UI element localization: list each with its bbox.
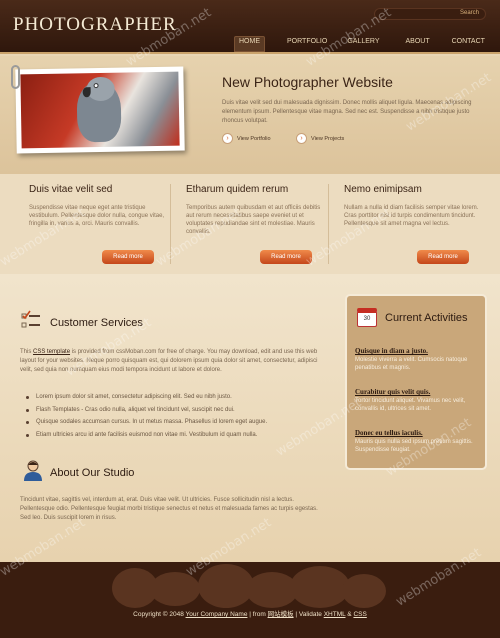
customer-services-title: Customer Services bbox=[50, 317, 143, 329]
hero-text: Duis vitae velit sed dui malesuada digni… bbox=[222, 100, 472, 124]
about-studio-text: Tincidunt vitae, sagittis vel, interdum … bbox=[20, 497, 318, 521]
feature-columns: Duis vitae velit sed Suspendisse vitae n… bbox=[0, 174, 500, 274]
nav-home[interactable]: HOME bbox=[234, 36, 265, 52]
paperclip-icon bbox=[11, 65, 20, 89]
divider bbox=[328, 184, 329, 264]
site-logo[interactable]: PHOTOGRAPHER bbox=[13, 14, 177, 36]
column-text: Temporibus autem quibusdam et aut offici… bbox=[186, 205, 321, 235]
list-item: Flash Templates - Cras odio nulla, aliqu… bbox=[26, 404, 326, 417]
column-title: Duis vitae velit sed bbox=[29, 184, 113, 195]
checklist-icon bbox=[21, 310, 40, 328]
column-title: Etharum quidem rerum bbox=[186, 184, 289, 195]
person-icon bbox=[24, 460, 42, 481]
arrow-right-icon: › bbox=[296, 133, 307, 144]
nav-portfolio[interactable]: PORTFOLIO bbox=[287, 38, 327, 52]
list-item: Quisque sodales accumsan cursus. In ut m… bbox=[26, 416, 326, 429]
footer-cloud-shape bbox=[150, 572, 200, 606]
sidebar-title: Current Activities bbox=[385, 312, 468, 324]
about-studio-title: About Our Studio bbox=[50, 467, 135, 479]
text-fragment: Copyright © 2048 bbox=[133, 611, 186, 618]
search-input[interactable]: Search bbox=[374, 8, 486, 20]
activity-text: Molestie viverra a velit. Cumsocis natoq… bbox=[355, 357, 468, 371]
view-portfolio-label: View Portfolio bbox=[237, 135, 271, 142]
company-link[interactable]: Your Company Name bbox=[186, 611, 248, 618]
view-portfolio-button[interactable]: › View Portfolio bbox=[222, 133, 271, 144]
activity-link[interactable]: Curabitur quis velit quis. bbox=[355, 388, 481, 396]
css-template-link[interactable]: CSS template bbox=[33, 349, 70, 355]
nav-gallery[interactable]: GALLERY bbox=[347, 38, 379, 52]
hero-title: New Photographer Website bbox=[222, 74, 393, 90]
activity-item: Curabitur quis velit quis. Tortor tincid… bbox=[355, 388, 481, 413]
main-content: Customer Services This CSS template is p… bbox=[0, 274, 500, 562]
activity-item: Quisque in diam a justo. Molestie viverr… bbox=[355, 347, 481, 372]
activity-text: Mauris quis nulla sed ipsum pretium sagi… bbox=[355, 439, 473, 453]
read-more-button[interactable]: Read more bbox=[260, 250, 312, 264]
xhtml-link[interactable]: XHTML bbox=[324, 611, 346, 618]
activity-text: Tortor tincidunt aliquet. Vivamus nec ve… bbox=[355, 398, 466, 412]
nav-about[interactable]: ABOUT bbox=[406, 38, 430, 52]
hero-section: New Photographer Website Duis vitae veli… bbox=[0, 56, 500, 174]
footer-copyright: Copyright © 2048 Your Company Name | fro… bbox=[0, 608, 500, 618]
column-title: Nemo enimipsam bbox=[344, 184, 422, 195]
footer-cloud-shape bbox=[342, 574, 386, 608]
view-projects-button[interactable]: › View Projects bbox=[296, 133, 344, 144]
read-more-button[interactable]: Read more bbox=[102, 250, 154, 264]
text-fragment: | from bbox=[247, 611, 268, 618]
footer: Copyright © 2048 Your Company Name | fro… bbox=[0, 562, 500, 638]
activity-item: Donec eu tellus iaculis. Mauris quis nul… bbox=[355, 429, 481, 454]
column-text: Nullam a nulla id diam facilisis semper … bbox=[344, 205, 479, 227]
header: PHOTOGRAPHER Search HOME PORTFOLIO GALLE… bbox=[0, 0, 500, 54]
view-projects-label: View Projects bbox=[311, 135, 345, 142]
text-fragment: | Validate bbox=[293, 611, 324, 618]
parrot-photo bbox=[20, 71, 180, 149]
arrow-right-icon: › bbox=[222, 133, 233, 144]
parrot-eye bbox=[93, 83, 99, 89]
list-item: Etiam ultricies arcu id ante facilisis e… bbox=[26, 429, 326, 442]
current-activities-panel: 30 Current Activities Quisque in diam a … bbox=[345, 294, 487, 470]
services-list: Lorem ipsum dolor sit amet, consectetur … bbox=[26, 391, 326, 441]
main-nav: HOME PORTFOLIO GALLERY ABOUT CONTACT bbox=[222, 36, 485, 52]
divider bbox=[170, 184, 171, 264]
featured-photo-frame bbox=[15, 66, 185, 154]
column-text: Suspendisse vitae neque eget ante tristi… bbox=[29, 205, 165, 227]
calendar-icon: 30 bbox=[357, 308, 377, 327]
footer-cloud-shape bbox=[290, 566, 350, 608]
text-fragment: This bbox=[20, 349, 34, 355]
templates-link[interactable]: 网站模板 bbox=[268, 611, 294, 618]
activity-link[interactable]: Donec eu tellus iaculis. bbox=[355, 429, 481, 437]
css-link[interactable]: CSS bbox=[353, 611, 366, 618]
list-item: Lorem ipsum dolor sit amet, consectetur … bbox=[26, 391, 326, 404]
search-button[interactable]: Search bbox=[460, 10, 479, 16]
customer-services-text: This CSS template is provided from cssMo… bbox=[20, 348, 325, 375]
activity-link[interactable]: Quisque in diam a justo. bbox=[355, 347, 481, 355]
nav-contact[interactable]: CONTACT bbox=[452, 38, 485, 52]
read-more-button[interactable]: Read more bbox=[417, 250, 469, 264]
parrot-beak bbox=[82, 87, 91, 98]
